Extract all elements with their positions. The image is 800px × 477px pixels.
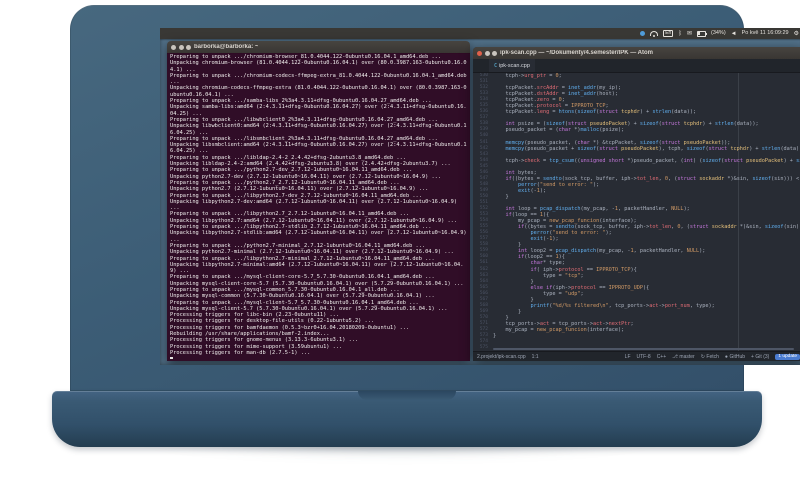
mail-icon[interactable]: ✉ [687,31,692,37]
terminal-line: Unpacking libpython2.7-stdlib:amd64 (2.7… [170,230,470,243]
wifi-icon[interactable] [650,31,659,37]
terminal-line: Unpacking samba-libs:amd64 (2:4.3.11+dfs… [170,104,467,117]
fetch-icon: ↻ [700,353,705,360]
atom-window: ipk-scan.cpp — ~/Dokumenty/4.semester/IP… [473,47,800,361]
window-buttons [477,50,497,56]
terminal-line: Unpacking libwbclient0:amd64 (2:4.3.11+d… [170,123,467,136]
status-encoding[interactable]: UTF-8 [637,354,651,360]
clock[interactable]: Po kvě 11 16:09:29 [742,30,789,37]
terminal-line: Unpacking libpython2.7-minimal:amd64 (2.… [170,261,464,275]
status-github[interactable]: ● GitHub [725,354,745,360]
terminal-title: barborka@barborka: ~ [194,44,259,50]
status-grammar[interactable]: C++ [657,354,666,360]
bluetooth-icon[interactable]: ᛒ [678,31,682,37]
status-git-branch[interactable]: ⎇ master [672,354,695,360]
minimize-icon[interactable] [484,50,490,56]
keyboard-layout-indicator[interactable]: En [663,30,674,37]
status-file-path[interactable]: 2.projekt/ipk-scan.cpp [477,354,526,360]
system-tray: En ᛒ ✉ (34%) ◄ Po kvě 11 16:09:29 ⚙ [640,28,799,39]
status-line-ending[interactable]: LF [625,354,631,360]
status-git-changes[interactable]: + Git (3) [751,354,769,360]
code-line: memcpy(pseudo_packet + sizeof(struct pse… [505,145,800,152]
atom-title: ipk-scan.cpp — ~/Dokumenty/4.semester/IP… [500,50,653,56]
update-badge[interactable]: 1 update [775,353,800,360]
status-fetch[interactable]: ↻ Fetch [701,354,719,360]
volume-icon[interactable]: ◄ [731,31,737,37]
git-label: Git (3) [755,353,770,360]
terminal-line: Unpacking chromium-browser (81.0.4044.12… [170,60,467,73]
terminal-cursor [170,356,173,359]
maximize-icon[interactable] [186,44,191,50]
code-pane[interactable]: tcph->urg_ptr = 0; tcpPacket.srcAddr = i… [493,73,800,351]
close-icon[interactable] [477,50,482,56]
maximize-icon[interactable] [492,50,497,56]
close-icon[interactable] [171,44,176,50]
terminal-line: Processing triggers for man-db (2.7.5-1)… [170,349,311,356]
status-bar: 2.projekt/ipk-scan.cpp 1:1 LF UTF-8 C++ … [473,351,800,361]
laptop-screen: En ᛒ ✉ (34%) ◄ Po kvě 11 16:09:29 ⚙ barb… [160,28,800,365]
code-line: tcph->check = tcp_csum((unsigned short *… [493,157,800,164]
code-editor[interactable]: 530 531 532 533 534 535 536 537 538 539 540 541 542 5… [473,73,800,351]
status-cursor-position[interactable]: 1:1 [532,354,539,360]
fetch-label: Fetch [706,353,719,360]
window-buttons [171,44,191,50]
top-panel: En ᛒ ✉ (34%) ◄ Po kvě 11 16:09:29 ⚙ [160,28,800,39]
git-plus-icon: + [751,353,754,360]
github-icon: ● [724,353,728,360]
c-file-icon: C [494,62,498,69]
tab-bar: C ipk-scan.cpp [473,59,800,73]
terminal-window: barborka@barborka: ~ Preparing to unpack… [167,41,470,361]
branch-icon: ⎇ [672,353,678,360]
terminal-line: Preparing to unpack .../chromium-codecs-… [170,72,470,86]
battery-percent: (34%) [710,29,726,36]
updater-icon[interactable] [640,31,646,36]
terminal-line: Unpacking libsmbclient:amd64 (2:4.3.11+d… [170,142,467,155]
minimize-icon[interactable] [178,44,184,50]
horizontal-scrollbar[interactable] [493,347,794,350]
tab-ipk-scan-cpp[interactable]: C ipk-scan.cpp [489,59,535,72]
terminal-line: Unpacking chromium-codecs-ffmpeg-extra (… [170,85,467,98]
line-number-gutter: 530 531 532 533 534 535 536 537 538 539 540 541 542 5… [473,73,490,351]
branch-label: master [679,353,695,360]
battery-icon[interactable] [696,30,707,37]
laptop-base [52,391,762,447]
tab-label: ipk-scan.cpp [499,62,530,69]
scene: En ᛒ ✉ (34%) ◄ Po kvě 11 16:09:29 ⚙ barb… [0,0,800,477]
terminal-output[interactable]: Preparing to unpack .../chromium-browser… [167,53,470,361]
session-gear-icon[interactable]: ⚙ [794,31,799,37]
github-label: GitHub [729,353,745,360]
laptop-lid: En ᛒ ✉ (34%) ◄ Po kvě 11 16:09:29 ⚙ barb… [70,5,800,391]
terminal-line: Unpacking libpython2.7-dev:amd64 (2.7.12… [170,198,461,212]
